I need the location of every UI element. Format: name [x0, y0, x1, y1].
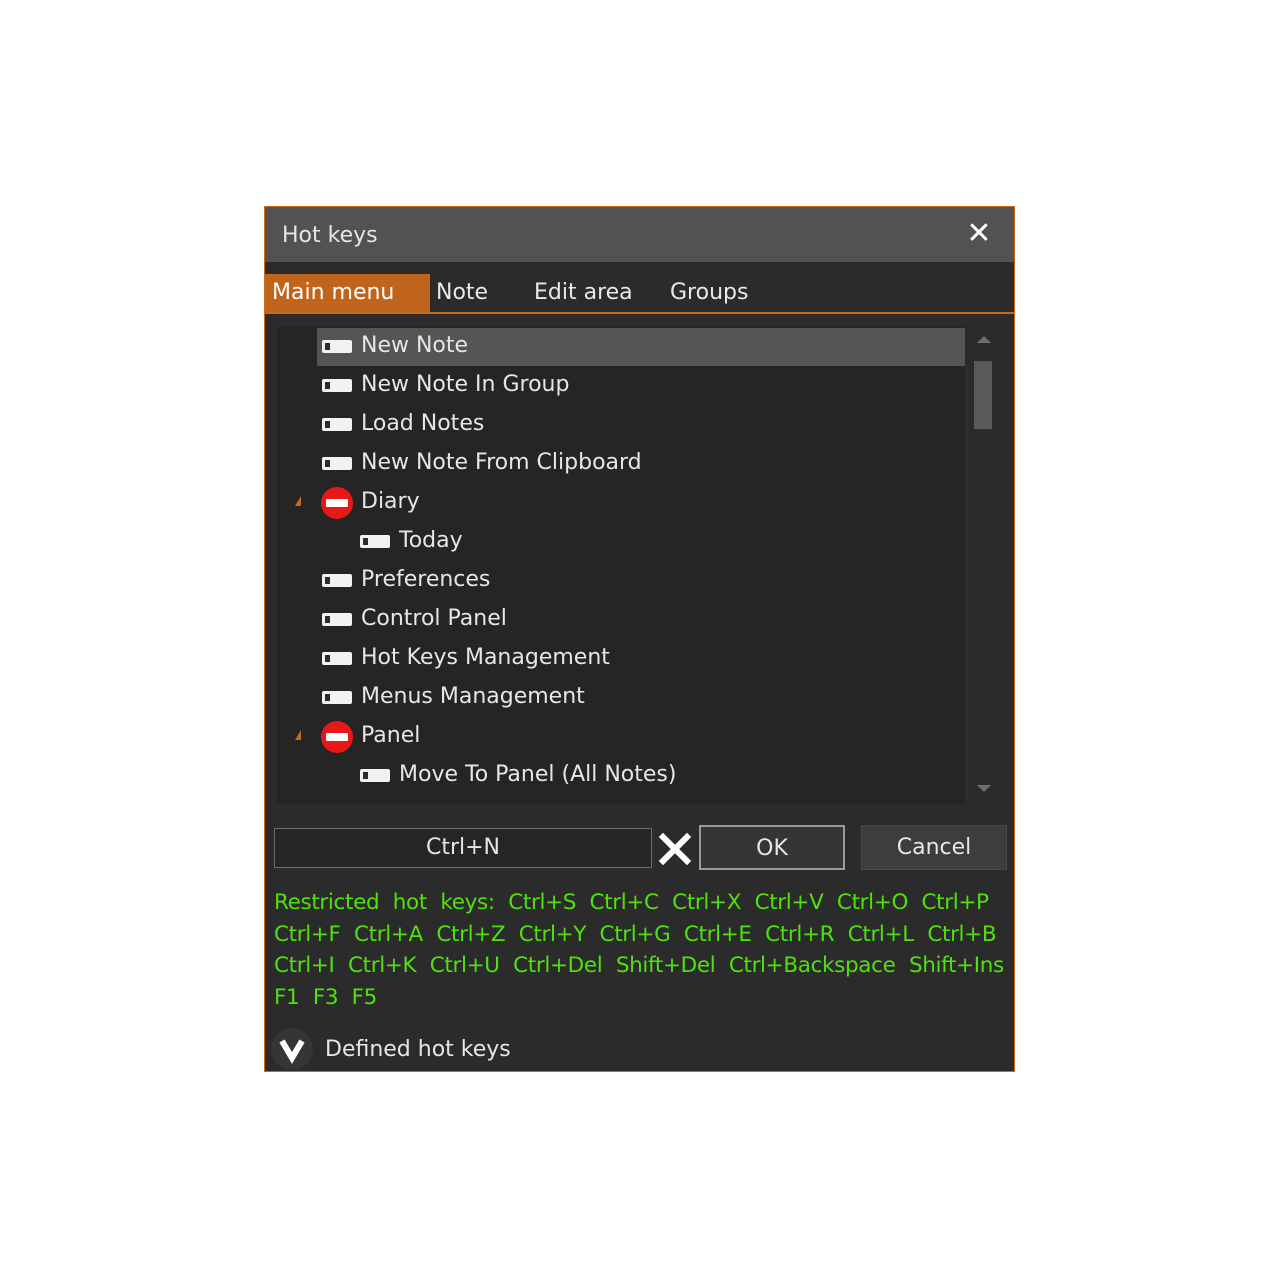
tree-item-label: Today [399, 528, 463, 553]
tree-item-label: Panel [361, 723, 421, 748]
tab-main-menu[interactable]: Main menu [265, 274, 430, 312]
tree-item-label: New Note [361, 333, 469, 358]
tree-item-new-note-in-group[interactable]: New Note In Group [317, 367, 965, 405]
restricted-hot-keys-text: Restricted hot keys: Ctrl+S Ctrl+C Ctrl+… [274, 890, 1004, 1010]
chevron-down-icon[interactable] [271, 1028, 313, 1070]
key-icon [322, 574, 352, 587]
key-icon [322, 457, 352, 470]
tree-item-label: Load Notes [361, 411, 485, 436]
tree-item-today[interactable]: Today [355, 523, 965, 561]
tree-item-diary[interactable]: Diary [295, 484, 965, 522]
command-tree: New Note New Note In Group Load Notes Ne… [277, 326, 1001, 804]
tree-item-label: Hot Keys Management [361, 645, 610, 670]
tree-item-panel[interactable]: Panel [295, 718, 965, 756]
window-title: Hot keys [282, 223, 378, 248]
hot-keys-dialog: Hot keys ✕ Main menu Note Edit area Grou… [264, 206, 1015, 1072]
key-icon [360, 769, 390, 782]
key-icon [322, 379, 352, 392]
tab-bar: Main menu Note Edit area Groups [265, 262, 1014, 314]
tree-scrollbar[interactable] [965, 326, 1001, 804]
tab-note[interactable]: Note [436, 274, 488, 312]
tree-item-new-note[interactable]: New Note [317, 328, 965, 366]
restricted-icon [321, 487, 353, 519]
tree-item-label: New Note In Group [361, 372, 570, 397]
tree-item-label: New Note From Clipboard [361, 450, 642, 475]
tree-item-label: Move To Panel (All Notes) [399, 762, 677, 787]
key-icon [322, 613, 352, 626]
key-icon [360, 535, 390, 548]
key-icon [322, 340, 352, 353]
clear-x-icon[interactable] [658, 832, 692, 866]
tree-item-label: Diary [361, 489, 420, 514]
collapse-arrow-icon[interactable] [295, 730, 301, 740]
tree-item-new-note-from-clipboard[interactable]: New Note From Clipboard [317, 445, 965, 483]
close-icon: ✕ [966, 216, 992, 251]
key-icon [322, 652, 352, 665]
key-icon [322, 691, 352, 704]
hotkey-input[interactable]: Ctrl+N [274, 828, 652, 868]
restricted-icon [321, 721, 353, 753]
tree-item-control-panel[interactable]: Control Panel [317, 601, 965, 639]
ok-button[interactable]: OK [699, 825, 845, 870]
defined-hot-keys-label: Defined hot keys [325, 1037, 511, 1062]
tab-groups[interactable]: Groups [670, 274, 748, 312]
tree-item-preferences[interactable]: Preferences [317, 562, 965, 600]
tab-edit-area[interactable]: Edit area [534, 274, 633, 312]
cancel-button[interactable]: Cancel [861, 825, 1007, 870]
tree-item-move-to-panel[interactable]: Move To Panel (All Notes) [355, 757, 965, 795]
collapse-arrow-icon[interactable] [295, 496, 301, 506]
close-button[interactable]: ✕ [962, 217, 996, 251]
tree-item-label: Preferences [361, 567, 491, 592]
scroll-up-arrow-icon[interactable] [977, 336, 991, 343]
scroll-thumb[interactable] [974, 361, 992, 429]
tree-item-label: Control Panel [361, 606, 507, 631]
tree-item-menus-management[interactable]: Menus Management [317, 679, 965, 717]
tree-item-hot-keys-management[interactable]: Hot Keys Management [317, 640, 965, 678]
title-bar[interactable]: Hot keys ✕ [265, 207, 1014, 262]
tree-item-load-notes[interactable]: Load Notes [317, 406, 965, 444]
scroll-down-arrow-icon[interactable] [977, 785, 991, 792]
chevron-down-glyph [279, 1039, 305, 1064]
tree-item-label: Menus Management [361, 684, 585, 709]
key-icon [322, 418, 352, 431]
